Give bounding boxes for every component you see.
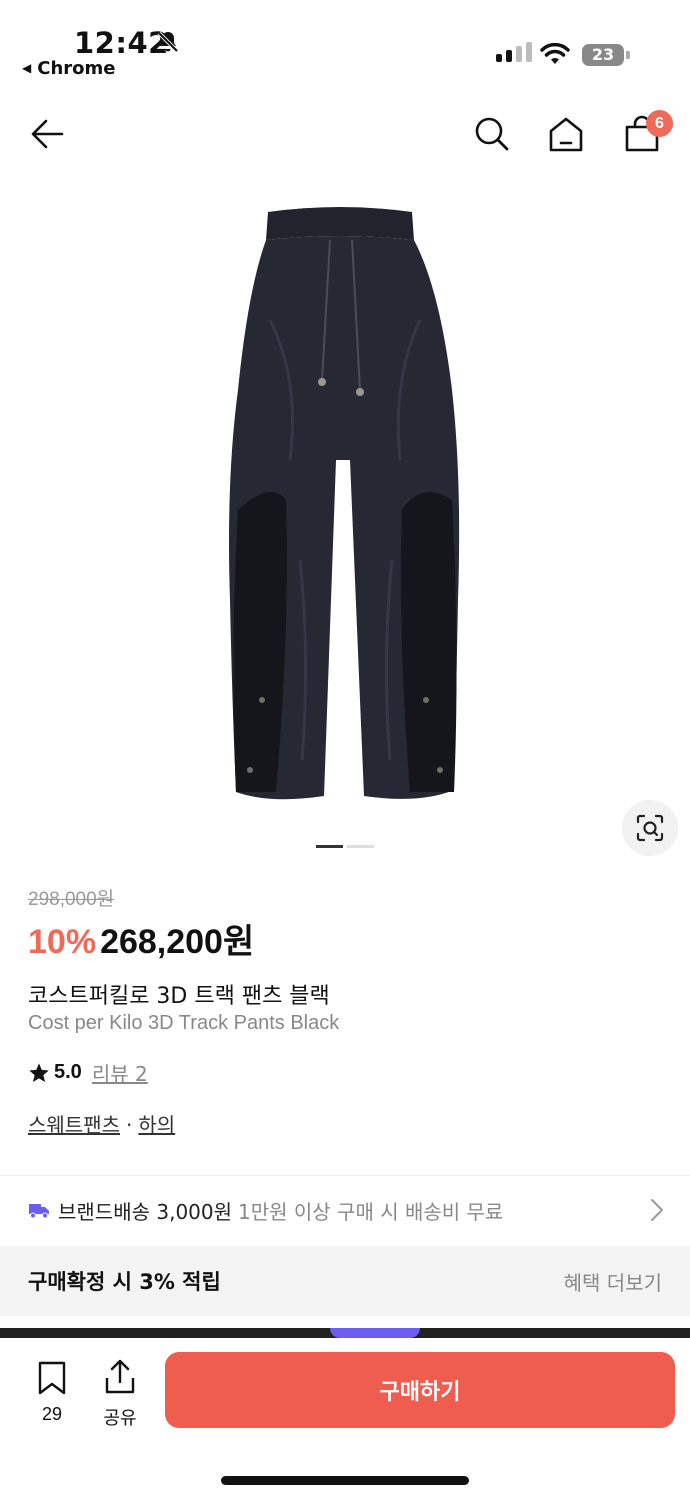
bookmark-count: 29: [41, 1404, 63, 1424]
truck-icon: [29, 1204, 49, 1219]
benefit-row: 구매확정 시 3% 적립 혜택 더보기: [0, 1246, 690, 1316]
status-time: 12:42: [74, 26, 169, 60]
wifi-icon: [540, 42, 570, 64]
image-search-button[interactable]: [622, 800, 678, 856]
chevron-right-icon: [651, 1199, 663, 1221]
product-image[interactable]: [0, 180, 690, 840]
pager-dot: [347, 845, 374, 848]
rating: 5.0 리뷰 2: [28, 1058, 148, 1087]
search-icon[interactable]: [472, 114, 512, 154]
battery-level: 23: [582, 44, 624, 66]
category-link-bottoms[interactable]: 하의: [138, 1113, 175, 1137]
cart-count-badge: 6: [646, 110, 673, 137]
price-row: 10% 268,200원: [28, 914, 254, 963]
home-indicator: [221, 1476, 469, 1485]
category-breadcrumb: 스웨트팬츠 · 하의: [28, 1109, 175, 1138]
category-link-sweatpants[interactable]: 스웨트팬츠: [28, 1113, 120, 1137]
benefit-title: 구매확정 시 3% 적립: [28, 1270, 221, 1294]
share-button[interactable]: 공유: [98, 1358, 142, 1430]
shipping-fee: 브랜드배송 3,000원: [58, 1199, 233, 1224]
star-icon: [29, 1062, 49, 1082]
benefit-more-link[interactable]: 혜택 더보기: [564, 1267, 662, 1296]
category-separator: ·: [126, 1113, 133, 1137]
review-link[interactable]: 리뷰 2: [92, 1058, 148, 1087]
image-pager: [316, 845, 374, 848]
top-nav: [0, 100, 690, 170]
back-to-app[interactable]: ◀ Chrome: [22, 58, 115, 79]
banner-peek: [0, 1328, 690, 1338]
product-name-ko: 코스트퍼킬로 3D 트랙 팬츠 블랙: [28, 984, 330, 1009]
original-price: 298,000원: [28, 889, 115, 910]
share-label: 공유: [103, 1408, 137, 1429]
buy-button[interactable]: 구매하기: [165, 1352, 675, 1428]
home-icon[interactable]: [546, 114, 586, 154]
back-arrow-icon[interactable]: [28, 114, 68, 154]
back-app-label: Chrome: [37, 58, 116, 79]
product-name-en: Cost per Kilo 3D Track Pants Black: [28, 1012, 340, 1034]
status-bar: 12:42 ◀ Chrome 23: [0, 0, 690, 90]
rating-score: 5.0: [54, 1061, 82, 1083]
battery-cap: [626, 51, 630, 59]
bookmark-icon: [38, 1361, 66, 1395]
discount-rate: 10%: [28, 923, 97, 961]
bookmark-button[interactable]: 29: [30, 1360, 74, 1425]
bell-muted-icon: [157, 31, 179, 53]
pager-dot-active: [316, 845, 343, 848]
shipping-note: 1만원 이상 구매 시 배송비 무료: [238, 1199, 504, 1224]
lens-icon: [636, 814, 664, 842]
shipping-row[interactable]: 브랜드배송 3,000원 1만원 이상 구매 시 배송비 무료: [0, 1176, 690, 1244]
share-icon: [105, 1359, 135, 1394]
sale-price: 268,200원: [100, 923, 255, 961]
back-triangle-icon: ◀: [22, 61, 32, 75]
cellular-signal-icon: [496, 42, 532, 62]
banner-peek-accent: [330, 1328, 420, 1338]
